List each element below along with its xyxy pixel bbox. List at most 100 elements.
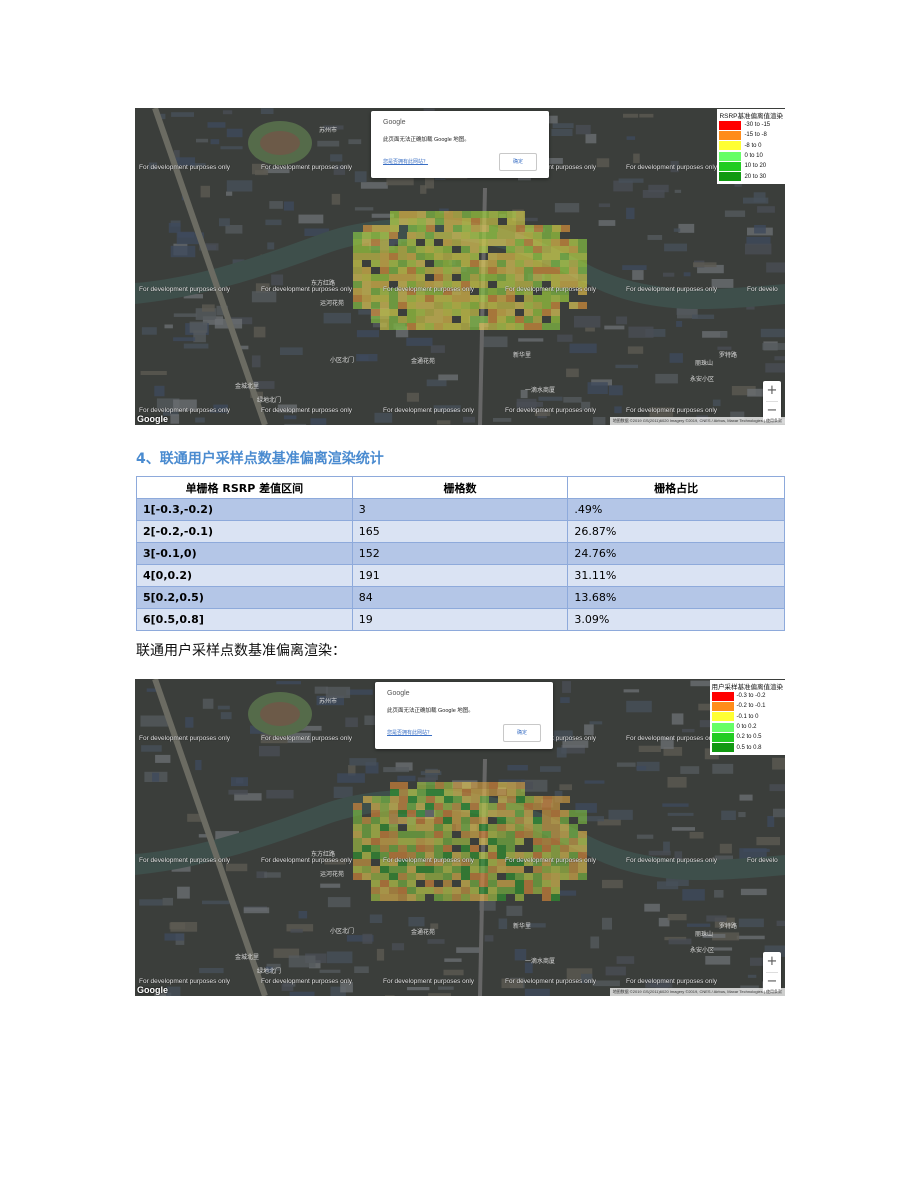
dev-watermark: For development purposes only: [261, 164, 353, 171]
legend-item: -30 to -15: [719, 120, 783, 130]
map-label: 苏州市: [319, 699, 338, 705]
legend-label: -0.2 to -0.1: [736, 703, 766, 710]
dialog-google-label: Google: [387, 690, 410, 697]
legend-label: -30 to -15: [744, 122, 771, 129]
map-attribution[interactable]: 地图数据 ©2019 GS(2011)6020 Imagery ©2019, C…: [609, 988, 785, 996]
legend-item: -8 to 0: [719, 141, 783, 151]
ratio-cell: .49%: [567, 498, 785, 521]
map-attribution[interactable]: 地图数据 ©2019 GS(2011)6020 Imagery ©2019, C…: [609, 417, 785, 425]
ratio-cell: 31.11%: [567, 564, 785, 587]
legend-swatch: [711, 712, 734, 722]
table-row: 2[-0.2,-0.1) 165 26.87%: [136, 520, 785, 543]
ratio-cell: 13.68%: [567, 586, 785, 609]
table-row: 5[0.2,0.5) 84 13.68%: [136, 586, 785, 609]
interval-cell: 1[-0.3,-0.2): [136, 498, 353, 521]
dialog-link[interactable]: 您是否拥有此网站？: [383, 158, 428, 165]
count-cell: 84: [351, 586, 569, 609]
zoom-control: + −: [763, 381, 781, 421]
dev-watermark: For development purposes only: [261, 857, 353, 864]
map-label: 罗特路: [719, 353, 738, 359]
dev-watermark: For development purposes only: [505, 978, 597, 985]
legend-label: 0 to 0.2: [736, 724, 757, 731]
dev-watermark: For development purposes only: [626, 286, 718, 293]
table-row: 6[0.5,0.8] 19 3.09%: [136, 608, 785, 631]
dialog-link[interactable]: 您是否拥有此网站？: [387, 729, 432, 736]
dev-watermark: For develo: [747, 857, 778, 864]
legend-swatch: [711, 743, 734, 753]
ratio-cell: 24.76%: [567, 542, 785, 565]
table-row: 3[-0.1,0) 152 24.76%: [136, 542, 785, 565]
dev-watermark: For development purposes only: [139, 735, 231, 742]
map-label: 金通花苑: [411, 930, 436, 936]
dialog-message: 此页面无法正确加载 Google 地图。: [383, 137, 470, 143]
legend-item: 0.2 to 0.5: [711, 732, 784, 742]
ratio-cell: 26.87%: [567, 520, 785, 543]
interval-cell: 4[0,0.2): [136, 564, 353, 587]
count-cell: 3: [351, 498, 569, 521]
dev-watermark: For development purposes only: [383, 857, 475, 864]
count-cell: 152: [351, 542, 569, 565]
dev-watermark: For development purposes only: [626, 164, 718, 171]
dialog-ok-button[interactable]: 确定: [499, 153, 537, 171]
dialog-message: 此页面无法正确加载 Google 地图。: [387, 708, 474, 714]
dialog-ok-button[interactable]: 确定: [503, 724, 541, 742]
legend-title: RSRP基准偏离值渲染: [719, 113, 783, 120]
map-error-dialog: Google 此页面无法正确加载 Google 地图。 您是否拥有此网站？ 确定: [375, 682, 553, 749]
dev-watermark: For development purposes only: [383, 407, 475, 414]
map-label: 运河花苑: [320, 301, 345, 307]
dev-watermark: For development purposes only: [139, 978, 231, 985]
google-logo[interactable]: Google: [137, 985, 168, 995]
map-label: 永安小区: [690, 948, 715, 954]
map-label: 永安小区: [690, 377, 715, 383]
column-header: 单栅格 RSRP 差值区间: [136, 476, 353, 499]
map-label: 新华里: [513, 924, 532, 930]
map-caption: 联通用户采样点数基准偏离渲染：: [136, 643, 346, 659]
dev-watermark: For development purposes only: [261, 286, 353, 293]
legend-label: 20 to 30: [744, 173, 767, 180]
dialog-google-label: Google: [383, 119, 406, 126]
legend-swatch: [719, 161, 742, 171]
legend-swatch: [711, 732, 734, 742]
dev-watermark: For development purposes only: [261, 978, 353, 985]
map-legend: RSRP基准偏离值渲染 -30 to -15 -15 to -8 -8 to 0…: [717, 109, 785, 184]
legend-label: 0.2 to 0.5: [736, 734, 762, 741]
table-header-row: 单栅格 RSRP 差值区间 栅格数 栅格占比: [136, 476, 785, 499]
map-error-dialog: Google 此页面无法正确加载 Google 地图。 您是否拥有此网站？ 确定: [371, 111, 549, 178]
section-heading: 4、联通用户采样点数基准偏离渲染统计: [136, 451, 384, 467]
dev-watermark: For develo: [747, 286, 778, 293]
interval-cell: 2[-0.2,-0.1): [136, 520, 353, 543]
google-logo[interactable]: Google: [137, 414, 168, 424]
map-label: 金城北里: [235, 384, 260, 390]
legend-item: -0.3 to -0.2: [711, 691, 784, 701]
map-label: 金城北里: [235, 955, 260, 961]
column-header: 栅格占比: [567, 476, 785, 499]
map-legend: 用户采样基准偏离值渲染 -0.3 to -0.2 -0.2 to -0.1 -0…: [709, 680, 785, 755]
heatmap-map-rsrp[interactable]: 苏州市 东方红路 运河花苑 小区北门 金通花苑 新华里 一滴水商厦 永安小区 金…: [135, 108, 785, 425]
legend-label: -8 to 0: [744, 142, 762, 149]
zoom-in-button[interactable]: +: [763, 381, 781, 401]
interval-cell: 3[-0.1,0): [136, 542, 353, 565]
map-label: 罗特路: [719, 924, 738, 930]
map-label: 一滴水商厦: [525, 959, 556, 965]
legend-item: 10 to 20: [719, 161, 783, 171]
legend-label: -0.1 to 0: [736, 713, 759, 720]
legend-swatch: [711, 691, 734, 701]
map-label: 新华里: [513, 353, 532, 359]
count-cell: 19: [351, 608, 569, 631]
legend-swatch: [711, 722, 734, 732]
dev-watermark: For development purposes only: [626, 857, 718, 864]
heatmap-map-user-samples[interactable]: 苏州市 东方红路 运河花苑 小区北门 金通花苑 新华里 一滴水商厦 永安小区 金…: [135, 679, 785, 996]
legend-item: -0.1 to 0: [711, 712, 784, 722]
interval-cell: 6[0.5,0.8]: [136, 608, 353, 631]
legend-label: 0 to 10: [744, 153, 763, 160]
table-row: 1[-0.3,-0.2) 3 .49%: [136, 498, 785, 521]
dev-watermark: For development purposes only: [261, 407, 353, 414]
dev-watermark: For development purposes only: [626, 407, 718, 414]
dev-watermark: For development purposes only: [139, 407, 231, 414]
map-label: 运河花苑: [320, 872, 345, 878]
zoom-in-button[interactable]: +: [763, 952, 781, 972]
legend-item: 20 to 30: [719, 171, 783, 182]
legend-swatch: [719, 141, 742, 151]
map-label: 小区北门: [330, 358, 355, 364]
map-label: 苏州市: [319, 128, 338, 134]
